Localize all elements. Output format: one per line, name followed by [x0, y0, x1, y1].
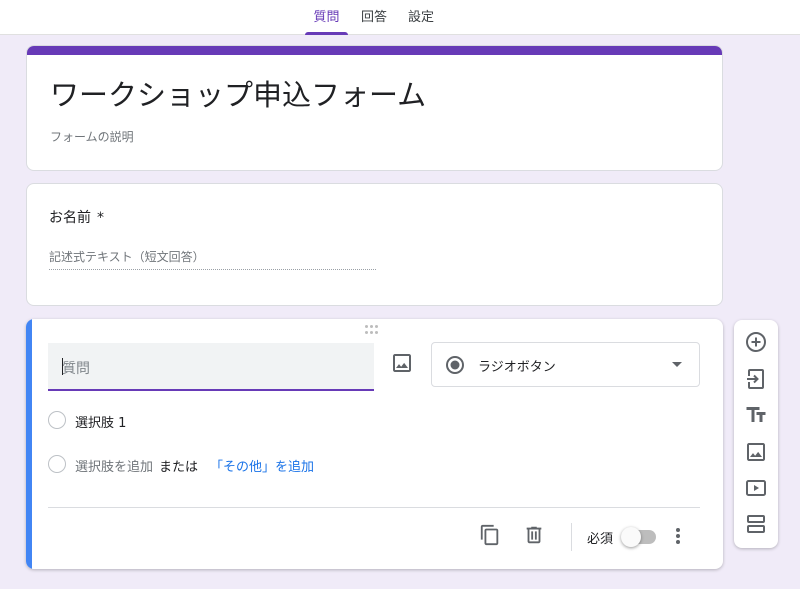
add-option-group: 選択肢を追加 または 「その他」を追加 — [75, 456, 314, 475]
add-question-icon[interactable] — [744, 330, 768, 354]
option-row-1: 選択肢 1 — [48, 410, 248, 431]
form-title[interactable]: ワークショップ申込フォーム — [50, 72, 426, 114]
short-answer-placeholder: 記述式テキスト（短文回答） — [49, 248, 376, 270]
option-radio-circle — [48, 411, 66, 429]
question-title-text: お名前 — [49, 210, 91, 226]
question-type-label: ラジオボタン — [478, 360, 556, 375]
question-title-placeholder: 質問 — [62, 361, 90, 377]
add-option-row: 選択肢を追加 または 「その他」を追加 — [48, 454, 348, 475]
top-tab-bar: 質問 回答 設定 — [0, 0, 800, 35]
add-title-icon[interactable] — [744, 403, 768, 427]
form-description[interactable]: フォームの説明 — [50, 128, 134, 145]
add-other-option-link[interactable]: 「その他」を追加 — [210, 460, 314, 475]
add-image-icon[interactable] — [744, 440, 768, 464]
tab-questions[interactable]: 質問 — [305, 0, 348, 35]
floating-side-toolbar — [734, 320, 778, 548]
form-title-card[interactable]: ワークショップ申込フォーム フォームの説明 — [26, 45, 723, 171]
toggle-knob — [621, 527, 641, 547]
import-questions-icon[interactable] — [744, 367, 768, 391]
dropdown-arrow-icon — [672, 362, 682, 367]
required-toggle[interactable] — [621, 527, 656, 547]
required-label: 必須 — [587, 532, 614, 547]
add-option-button[interactable]: 選択肢を追加 — [75, 460, 153, 475]
active-card-indicator — [26, 319, 32, 569]
option-radio-circle — [48, 455, 66, 473]
footer-vertical-divider — [571, 523, 572, 551]
more-options-icon[interactable] — [672, 525, 684, 547]
text-cursor — [62, 358, 63, 375]
option-label-1[interactable]: 選択肢 1 — [75, 412, 126, 431]
required-asterisk: * — [97, 210, 104, 226]
or-text: または — [159, 460, 199, 475]
question-card-editing[interactable]: 質問 ラジオボタン 選択肢 1 選択肢を追加 または 「その他」を追加 必須 — [26, 319, 723, 569]
tab-settings[interactable]: 設定 — [402, 0, 440, 35]
tab-responses[interactable]: 回答 — [355, 0, 393, 35]
drag-handle-icon[interactable] — [365, 325, 383, 337]
delete-icon[interactable] — [523, 524, 545, 546]
add-section-icon[interactable] — [744, 512, 768, 536]
question-card-name[interactable]: お名前 * 記述式テキスト（短文回答） — [26, 183, 723, 306]
add-video-icon[interactable] — [744, 476, 768, 500]
insert-image-icon[interactable] — [390, 351, 414, 375]
question-title-input[interactable]: 質問 — [48, 343, 374, 391]
question-title: お名前 * — [49, 207, 104, 227]
duplicate-icon[interactable] — [479, 524, 501, 546]
title-card-accent — [27, 46, 722, 55]
radio-button-icon — [445, 355, 465, 375]
card-footer-divider — [48, 507, 700, 508]
question-type-dropdown[interactable]: ラジオボタン — [431, 342, 700, 387]
